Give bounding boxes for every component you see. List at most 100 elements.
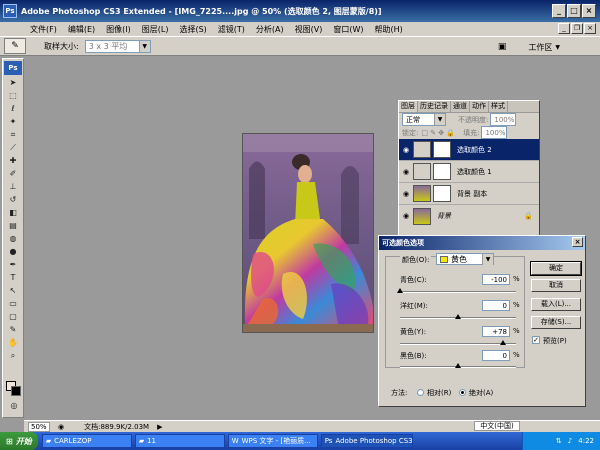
magic-wand-tool-icon[interactable]: ✦ [4,116,22,128]
path-selection-tool-icon[interactable]: ↖ [4,285,22,297]
info-icon[interactable]: ◉ [58,423,64,431]
taskbar-item-photoshop[interactable]: Ps Adobe Photoshop CS3... [320,434,413,448]
layer-row[interactable]: ◉ 背景 副本 [399,183,539,205]
clock[interactable]: 4:22 [578,437,594,445]
history-brush-tool-icon[interactable]: ↺ [4,194,22,206]
cyan-slider-track[interactable] [397,288,516,293]
network-icon[interactable]: ⇅ [556,437,562,445]
ok-button[interactable]: 确定 [530,261,582,276]
move-tool-icon[interactable]: ➤ [4,77,22,89]
save-button[interactable]: 存储(S)... [531,316,581,329]
pen-tool-icon[interactable]: ✒ [4,259,22,271]
fill-input[interactable]: 100% [481,126,508,139]
taskbar-item[interactable]: W WPS 文字 - [艳丽质... [227,434,318,448]
lasso-tool-icon[interactable]: ℓ [4,103,22,115]
menu-window[interactable]: 窗口(W) [333,24,363,35]
preview-checkbox[interactable]: ✓ [532,336,540,344]
menu-file[interactable]: 文件(F) [30,24,57,35]
menu-image[interactable]: 图像(I) [106,24,131,35]
yellow-slider-thumb[interactable] [500,340,507,345]
menu-layer[interactable]: 图层(L) [142,24,169,35]
black-slider-thumb[interactable] [455,363,461,368]
dialog-close-button[interactable]: × [572,237,583,247]
lock-icons[interactable]: □ ✎ ✥ 🔒 [421,129,455,137]
ime-indicator[interactable]: 中文(中国) [474,421,520,431]
minimize-button[interactable]: _ [552,4,566,18]
eye-icon[interactable]: ◉ [399,168,413,176]
volume-icon[interactable]: ♪ [568,437,572,445]
black-input[interactable]: 0 [482,350,510,361]
menu-help[interactable]: 帮助(H) [375,24,403,35]
clone-stamp-tool-icon[interactable]: ⊥ [4,181,22,193]
colors-select[interactable]: 黄色 ▼ [436,253,494,265]
eraser-tool-icon[interactable]: ◧ [4,207,22,219]
layer-row[interactable]: ◉ 选取颜色 1 [399,161,539,183]
marquee-tool-icon[interactable]: ⬚ [4,90,22,102]
black-slider-track[interactable] [400,363,516,368]
cyan-slider-thumb[interactable] [397,288,403,293]
menu-view[interactable]: 视图(V) [295,24,323,35]
eye-icon[interactable]: ◉ [399,146,413,154]
layer-row[interactable]: ◉ 选取颜色 2 [399,139,539,161]
layer-row[interactable]: ◉ 背景 🔒 [399,205,539,227]
taskbar-item[interactable]: ▰ 11 [134,434,225,448]
sample-size-select[interactable]: 3 x 3 平均 ▼ [84,39,151,53]
mask-thumbnail[interactable] [433,163,451,180]
document-canvas[interactable] [242,133,374,333]
doc-minimize-button[interactable]: _ [558,23,570,34]
palette-well-icon[interactable]: ▣ [498,42,507,52]
maximize-button[interactable]: □ [567,4,581,18]
magenta-input[interactable]: 0 [482,300,510,311]
dodge-tool-icon[interactable]: ● [4,246,22,258]
magenta-slider-thumb[interactable] [455,314,461,319]
notes-tool-icon[interactable]: ▢ [4,311,22,323]
tab-channels[interactable]: 通道 [451,101,470,112]
shape-tool-icon[interactable]: ▭ [4,298,22,310]
mask-thumbnail[interactable] [433,185,451,202]
close-button[interactable]: × [582,4,596,18]
zoom-field[interactable]: 50% [28,421,50,432]
menu-edit[interactable]: 编辑(E) [68,24,95,35]
doc-close-button[interactable]: × [584,23,596,34]
gradient-tool-icon[interactable]: ▤ [4,220,22,232]
tab-history[interactable]: 历史记录 [418,101,451,112]
crop-tool-icon[interactable]: ⌗ [4,129,22,141]
eye-icon[interactable]: ◉ [399,190,413,198]
hand-tool-icon[interactable]: ✋ [4,337,22,349]
sample-size-label: 取样大小: [44,41,79,51]
slice-tool-icon[interactable]: ⟋ [4,142,22,154]
start-button[interactable]: ⊞ 开始 [0,432,38,450]
tab-styles[interactable]: 样式 [489,101,508,112]
load-button[interactable]: 载入(L)... [531,298,581,311]
blur-tool-icon[interactable]: ◍ [4,233,22,245]
quick-mask-icon[interactable]: ◎ [5,400,23,412]
yellow-input[interactable]: +78 [482,326,510,337]
cancel-button[interactable]: 取消 [531,279,581,292]
menu-analysis[interactable]: 分析(A) [256,24,284,35]
workspace-button[interactable]: ▣ 工作区 ▼ [498,40,560,54]
tab-layers[interactable]: 图层 [399,101,418,112]
eye-icon[interactable]: ◉ [399,212,413,220]
menu-filter[interactable]: 滤镜(T) [218,24,245,35]
type-tool-icon[interactable]: T [4,272,22,284]
mask-thumbnail[interactable] [433,141,451,158]
doc-restore-button[interactable]: ❐ [571,23,583,34]
system-tray: ⇅ ♪ 4:22 [522,432,600,450]
menu-select[interactable]: 选择(S) [179,24,206,35]
tab-actions[interactable]: 动作 [470,101,489,112]
magenta-slider-track[interactable] [400,314,516,319]
absolute-radio[interactable] [459,389,466,396]
eyedropper-preset-icon[interactable]: ✎ [4,38,26,54]
background-color-swatch[interactable] [11,386,21,396]
yellow-slider-track[interactable] [400,340,516,345]
chevron-right-icon[interactable]: ▶ [157,423,162,431]
taskbar-item[interactable]: ▰ CARLEZOP [41,434,132,448]
blend-mode-select[interactable]: 正常 ▼ [402,113,446,126]
brush-tool-icon[interactable]: ✐ [4,168,22,180]
eyedropper-tool-icon[interactable]: ✎ [4,324,22,336]
healing-brush-tool-icon[interactable]: ✚ [4,155,22,167]
zoom-tool-icon[interactable]: ⌕ [4,350,22,362]
relative-radio[interactable] [417,389,424,396]
cyan-input[interactable]: -100 [482,274,510,285]
opacity-input[interactable]: 100% [490,113,517,126]
